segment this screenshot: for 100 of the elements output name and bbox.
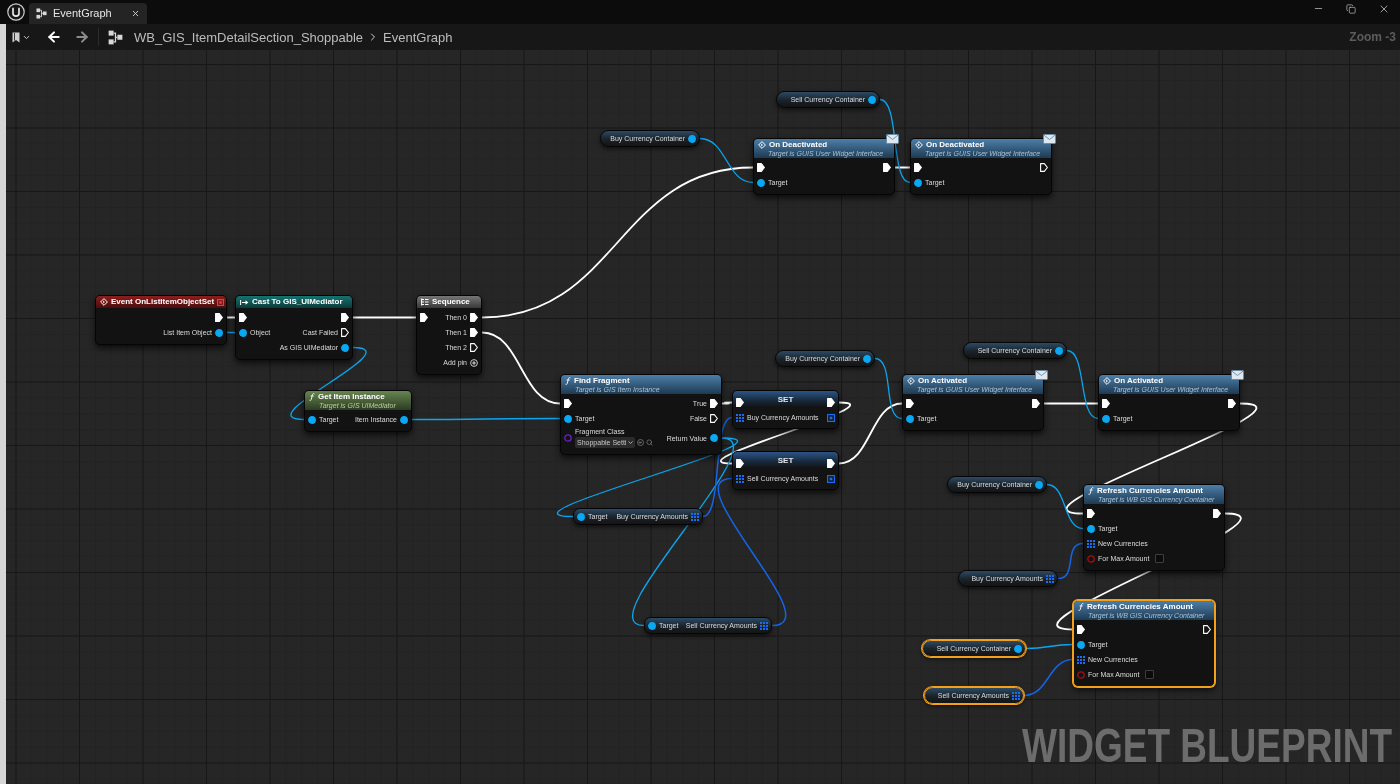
exec-pin-icon[interactable] [470,328,478,337]
data-pin-icon[interactable] [906,414,914,423]
breadcrumb-link[interactable]: EventGraph [383,30,453,44]
data-pin-icon[interactable] [1077,640,1085,649]
node-title: On Deactivated [769,141,828,149]
array-pin-icon[interactable] [691,512,699,521]
exec-pin-icon[interactable] [736,398,744,407]
bookmark-icon[interactable] [12,31,20,43]
function-icon [1088,487,1094,495]
data-pin-icon[interactable] [914,178,922,187]
exec-pin-icon[interactable] [1077,625,1085,634]
exec-pin-icon[interactable] [710,399,718,408]
array-pin-icon[interactable] [736,413,744,422]
array-pin-icon[interactable] [1077,655,1085,664]
checkbox[interactable] [1155,554,1165,563]
data-pin-icon[interactable] [577,512,585,521]
exec-pin-icon[interactable] [239,313,247,322]
array-pin-icon[interactable] [1046,574,1054,583]
zoom-level: Zoom -3 [1349,31,1396,43]
array-pin-icon[interactable] [760,621,768,630]
data-pin-icon[interactable] [308,415,316,424]
exec-pin-icon[interactable] [470,313,478,322]
array-wire [1057,542,1084,580]
event-icon [1103,377,1111,385]
chevron-down-icon [628,441,634,444]
data-pin-icon[interactable] [341,343,349,352]
node-title: Refresh Currencies Amount [1087,603,1193,611]
exec-pin-icon[interactable] [1228,399,1236,408]
graph-canvas[interactable] [6,50,1400,784]
data-pin-icon[interactable] [400,415,408,424]
data-pin-icon[interactable] [564,414,572,423]
breadcrumb-link[interactable]: WB_GIS_ItemDetailSection_Shoppable [134,30,364,44]
node-title: Cast To GIS_UIMediator [252,298,343,306]
data-pin-icon[interactable] [688,134,696,143]
restore-icon[interactable] [1346,3,1356,14]
exec-pin-icon[interactable] [757,163,765,172]
graph-type-label: WIDGET BLUEPRINT [1022,721,1392,770]
exec-pin-icon[interactable] [420,313,428,322]
data-pin-icon[interactable] [1102,414,1110,423]
data-pin-icon[interactable] [215,328,223,337]
exec-pin-icon[interactable] [736,459,744,468]
arrow-circle-icon[interactable] [637,439,645,446]
data-wire [226,331,236,334]
array-pin-icon[interactable] [1087,539,1095,548]
logo-icon[interactable] [7,3,25,21]
editor-tab[interactable]: EventGraph [29,3,147,24]
node-title: Event OnListItemObjectSet [111,298,215,306]
search-icon[interactable] [646,439,654,446]
data-pin-icon[interactable] [868,95,876,104]
data-wire [874,357,903,420]
function-icon [565,377,571,385]
exec-pin-icon[interactable] [1213,509,1221,518]
data-pin-icon[interactable] [1055,346,1063,355]
exec-pin-icon[interactable] [341,313,349,322]
node-title: On Deactivated [926,141,985,149]
envelope-icon [1035,370,1048,380]
array-pin-icon[interactable] [1012,691,1020,700]
exec-pin-icon[interactable] [827,398,835,407]
event-icon [915,141,923,149]
data-pin-icon[interactable] [1035,480,1043,489]
array-pin-icon[interactable] [736,474,744,483]
data-pin-icon[interactable] [710,434,718,442]
data-pin-icon[interactable] [1014,644,1022,653]
array-wire [1023,658,1074,697]
array-pin-icon[interactable] [827,474,835,483]
exec-pin-icon[interactable] [564,399,572,408]
function-icon [309,393,315,401]
close-icon[interactable] [131,9,140,18]
exec-wire [352,316,417,319]
sequence-icon [421,298,429,306]
exec-pin-icon[interactable] [1032,399,1040,408]
exec-pin-icon[interactable] [1102,399,1110,408]
exec-pin-icon[interactable] [914,163,922,172]
forward-arrow-icon[interactable] [74,29,90,45]
data-pin-icon[interactable] [239,328,247,337]
exec-pin-icon[interactable] [1087,509,1095,518]
cast-icon [240,298,249,306]
data-pin-icon[interactable] [1087,524,1095,533]
exec-pin-icon[interactable] [215,313,223,322]
exec-pin-icon[interactable] [906,399,914,408]
exec-pin-icon[interactable] [827,459,835,468]
exec-wire [894,166,911,169]
exec-pin-icon[interactable] [883,163,891,172]
data-pin-icon[interactable] [863,354,871,363]
array-pin-icon[interactable] [827,413,835,422]
function-icon [1078,603,1084,611]
exec-pin-icon[interactable] [710,414,718,423]
plus-circle-icon[interactable] [470,358,478,367]
exec-pin-icon[interactable] [1203,625,1211,634]
exec-pin-icon[interactable] [341,328,349,337]
exec-pin-icon[interactable] [1040,163,1048,172]
node-title: Refresh Currencies Amount [1097,487,1203,495]
node-title: Find Fragment [574,377,630,385]
checkbox[interactable] [1145,670,1155,679]
node-title: On Activated [918,377,968,385]
data-pin-icon[interactable] [757,178,765,187]
exec-pin-icon[interactable] [470,343,478,352]
data-pin-icon[interactable] [648,621,656,630]
event-icon [758,141,766,149]
delegate-pin-icon[interactable] [217,298,225,306]
